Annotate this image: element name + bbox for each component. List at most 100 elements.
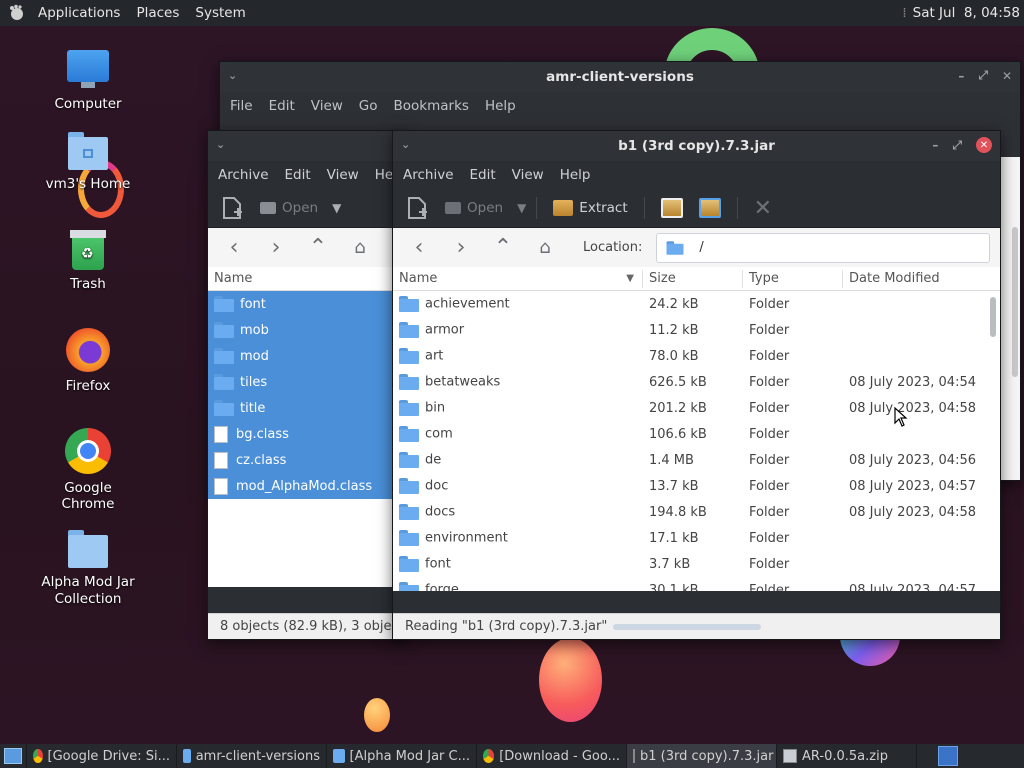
table-row[interactable]: art 78.0 kB Folder [393, 343, 1000, 369]
menu-edit[interactable]: Edit [261, 98, 303, 114]
menu-view[interactable]: View [504, 167, 552, 183]
table-row[interactable]: environment 17.1 kB Folder [393, 525, 1000, 551]
home-icon[interactable]: ⌂ [342, 233, 378, 263]
maximize-icon[interactable]: ⤢ [978, 68, 988, 83]
maximize-icon[interactable]: ⤢ [952, 138, 962, 153]
gnome-foot-icon[interactable] [0, 0, 30, 26]
table-row[interactable]: achievement 24.2 kB Folder [393, 291, 1000, 317]
cell-size: 194.8 kB [649, 504, 707, 520]
taskbar-item[interactable]: [Alpha Mod Jar C... [327, 744, 477, 768]
table-row[interactable]: forge 30.1 kB Folder 08 July 2023, 04:57 [393, 577, 1000, 591]
desktop-icon-firefox[interactable]: Firefox [38, 328, 138, 394]
back-arrow-icon[interactable]: ‹ [216, 233, 252, 263]
menu-view[interactable]: View [319, 167, 367, 183]
forward-arrow-icon[interactable]: › [443, 233, 479, 263]
column-date[interactable]: Date Modified [843, 270, 988, 288]
list-item[interactable]: font [208, 291, 406, 317]
file-list-rows: font mob mod tiles title bg.class cz.class mod_… [208, 291, 406, 499]
table-row[interactable]: bin 201.2 kB Folder 08 July 2023, 04:58 [393, 395, 1000, 421]
column-type[interactable]: Type [743, 269, 843, 288]
show-desktop-button[interactable] [0, 744, 27, 768]
menu-archive[interactable]: Archive [395, 167, 462, 183]
menu-edit[interactable]: Edit [462, 167, 504, 183]
list-item[interactable]: tiles [208, 369, 406, 395]
open-button[interactable]: Open [254, 193, 324, 223]
taskbar-item[interactable]: [Google Drive: Si... [27, 744, 177, 768]
window-menu-icon[interactable]: ⌄ [401, 138, 410, 151]
menu-edit[interactable]: Edit [277, 167, 319, 183]
column-size[interactable]: Size [643, 269, 743, 288]
up-arrow-icon[interactable]: ⌃ [300, 233, 336, 263]
desktop-icon-label: Computer [54, 96, 122, 112]
table-row[interactable]: betatweaks 626.5 kB Folder 08 July 2023, 04… [393, 369, 1000, 395]
desktop-icon-trash[interactable]: ♻ Trash [38, 230, 138, 292]
taskbar-item[interactable]: AR-0.0.5a.zip [777, 744, 917, 768]
extract-button[interactable]: Extract [547, 193, 633, 223]
folder-icon [399, 296, 419, 312]
table-row[interactable]: doc 13.7 kB Folder 08 July 2023, 04:57 [393, 473, 1000, 499]
list-item[interactable]: mob [208, 317, 406, 343]
menu-archive[interactable]: Archive [210, 167, 277, 183]
workspace-switcher[interactable] [938, 746, 958, 766]
menu-help[interactable]: Help [552, 167, 599, 183]
menu-help[interactable]: Help [477, 98, 524, 114]
forward-arrow-icon[interactable]: › [258, 233, 294, 263]
new-archive-button[interactable] [399, 193, 435, 223]
menu-file[interactable]: File [222, 98, 261, 114]
menu-go[interactable]: Go [351, 98, 386, 114]
open-dropdown-icon[interactable]: ▼ [517, 201, 526, 215]
system-menu[interactable]: System [187, 0, 253, 26]
window-menu-icon[interactable]: ⌄ [216, 138, 225, 151]
delete-button[interactable]: ✕ [748, 193, 778, 223]
list-item[interactable]: bg.class [208, 421, 406, 447]
desktop-icon-alpha-mod-folder[interactable]: Alpha Mod Jar Collection [38, 530, 138, 608]
minimize-icon[interactable]: – [958, 69, 964, 83]
list-item[interactable]: mod_AlphaMod.class [208, 473, 406, 499]
menu-view[interactable]: View [303, 98, 351, 114]
cell-type: Folder [749, 452, 790, 468]
add-folder-button[interactable] [693, 193, 727, 223]
open-button[interactable]: Open [439, 193, 509, 223]
titlebar[interactable]: ⌄ b1 (3rd copy).7.3.jar – ⤢ ✕ [393, 131, 1000, 161]
list-scrollbar[interactable] [990, 297, 996, 337]
cell-name-text: bin [425, 400, 446, 416]
window-title: b1 (3rd copy).7.3.jar [618, 138, 775, 154]
taskbar-item[interactable]: amr-client-versions [177, 744, 327, 768]
minimize-icon[interactable]: – [932, 138, 938, 152]
column-name[interactable]: Name [208, 270, 406, 288]
places-menu[interactable]: Places [128, 0, 187, 26]
add-files-button[interactable] [655, 193, 689, 223]
window-menu-icon[interactable]: ⌄ [228, 69, 237, 82]
close-icon[interactable]: ✕ [976, 137, 992, 153]
table-row[interactable]: armor 11.2 kB Folder [393, 317, 1000, 343]
cell-name: art [393, 348, 643, 364]
back-arrow-icon[interactable]: ‹ [401, 233, 437, 263]
list-item[interactable]: title [208, 395, 406, 421]
open-dropdown-icon[interactable]: ▼ [332, 201, 341, 215]
titlebar[interactable]: ⌄ amr-client-versions – ⤢ ✕ [220, 62, 1020, 92]
new-archive-button[interactable] [214, 193, 250, 223]
column-name[interactable]: Name ▼ [393, 269, 643, 288]
up-arrow-icon[interactable]: ⌃ [485, 233, 521, 263]
location-field[interactable]: / [656, 232, 990, 263]
cell-type: Folder [749, 504, 790, 520]
applications-menu[interactable]: Applications [30, 0, 128, 26]
desktop-icon-home[interactable]: vm3's Home [38, 132, 138, 192]
close-icon[interactable]: ✕ [1002, 69, 1012, 83]
taskbar-item[interactable]: b1 (3rd copy).7.3.jar [627, 744, 777, 768]
list-item[interactable]: cz.class [208, 447, 406, 473]
back-window-scrollbar[interactable] [1012, 227, 1018, 377]
desktop-icon-computer[interactable]: Computer [38, 50, 138, 112]
menu-bookmarks[interactable]: Bookmarks [386, 98, 477, 114]
table-row[interactable]: docs 194.8 kB Folder 08 July 2023, 04:58 [393, 499, 1000, 525]
taskbar-item[interactable]: [Download - Goo... [477, 744, 627, 768]
desktop-icon-chrome[interactable]: Google Chrome [38, 428, 138, 512]
table-row[interactable]: de 1.4 MB Folder 08 July 2023, 04:56 [393, 447, 1000, 473]
table-row[interactable]: font 3.7 kB Folder [393, 551, 1000, 577]
titlebar[interactable]: ⌄ [208, 131, 406, 161]
table-row[interactable]: com 106.6 kB Folder [393, 421, 1000, 447]
list-item[interactable]: mod [208, 343, 406, 369]
folder-icon [214, 348, 234, 364]
clock[interactable]: ⁞ Sat Jul 8, 04:58 [902, 0, 1020, 26]
home-icon[interactable]: ⌂ [527, 233, 563, 263]
